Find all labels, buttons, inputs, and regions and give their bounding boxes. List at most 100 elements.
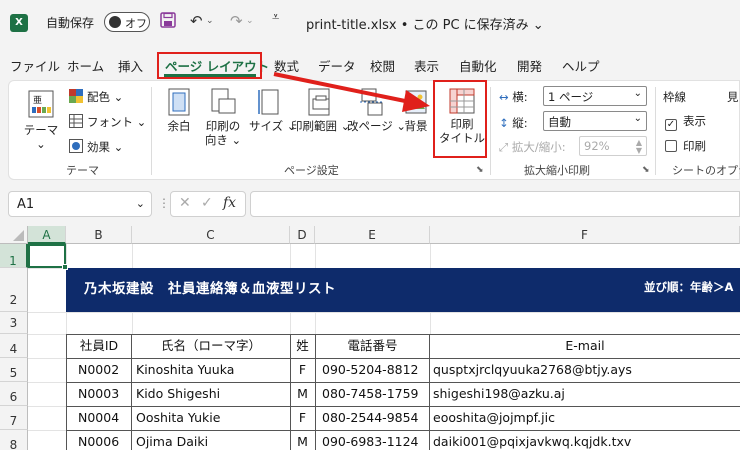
theme-icon: 亜 <box>28 90 54 118</box>
redo-icon[interactable]: ↷ <box>230 12 243 30</box>
width-select-arrow-icon: ⌄ <box>633 88 642 99</box>
column-header-b[interactable]: B <box>66 226 132 244</box>
row-header-8[interactable]: 8 <box>0 430 28 450</box>
gridline <box>28 358 66 359</box>
cell-email: eooshita@jojmpf.jic <box>433 410 555 425</box>
banner-title: 乃木坂建設 社員連絡簿＆血液型リスト <box>84 281 336 297</box>
effects-icon <box>69 139 83 153</box>
tab-home[interactable]: ホーム <box>67 56 104 75</box>
colors-label: 配色 ⌄ <box>87 90 124 104</box>
colors-button[interactable]: 配色 ⌄ <box>69 89 123 105</box>
width-select[interactable]: 1 ページ ⌄ <box>543 86 647 106</box>
theme-group-label: テーマ <box>66 164 99 177</box>
fill-handle[interactable] <box>62 264 68 270</box>
gridline <box>290 312 291 334</box>
size-label: サイズ ⌄ <box>249 119 297 133</box>
colors-icon <box>69 89 83 103</box>
height-text: 縦: <box>512 116 528 130</box>
row-header-4[interactable]: 4 <box>0 334 28 358</box>
gridline <box>28 312 740 313</box>
insert-function-icon[interactable]: fx <box>223 195 236 211</box>
undo-dropdown-icon[interactable]: ⌄ <box>206 16 214 26</box>
theme-dropdown-icon: ⌄ <box>36 137 46 151</box>
formula-buttons: ✕ ✓ fx <box>170 191 246 217</box>
cell-sex: F <box>298 362 307 377</box>
effects-button[interactable]: 効果 ⌄ <box>69 139 123 155</box>
gridline <box>315 244 316 268</box>
title-bar: X 自動保存 オフ ↶ ⌄ ↷ ⌄ ⩡ print-title.xlsx • こ… <box>0 0 740 44</box>
gridline <box>430 244 431 268</box>
file-title[interactable]: print-title.xlsx • この PC に保存済み ⌄ <box>306 14 544 33</box>
row-header-5[interactable]: 5 <box>0 358 28 382</box>
scale-value: 92% <box>584 139 610 153</box>
column-header-a[interactable]: A <box>28 226 66 244</box>
autosave-toggle[interactable]: オフ <box>104 12 150 32</box>
worksheet-grid[interactable]: A B C D E F 1 2 3 4 5 6 7 8 乃木坂建設 社員連絡簿＆… <box>0 226 740 450</box>
undo-icon[interactable]: ↶ <box>190 12 203 30</box>
header-employee-id: 社員ID <box>79 338 119 353</box>
gridlines-print-checkbox[interactable]: 印刷 <box>665 138 706 154</box>
height-select[interactable]: 自動 ⌄ <box>543 111 647 131</box>
confirm-icon[interactable]: ✓ <box>201 195 213 211</box>
column-header-f[interactable]: F <box>430 226 740 244</box>
page-setup-launcher-icon[interactable]: ⬊ <box>476 165 484 175</box>
selected-cell-a1[interactable] <box>28 244 68 270</box>
cell-email: shigeshi198@azku.aj <box>433 386 565 401</box>
headings-heading-partial: 見 <box>727 90 739 104</box>
row-header-3[interactable]: 3 <box>0 312 28 334</box>
orientation-label-2: 向き ⌄ <box>204 133 242 147</box>
orientation-label-1: 印刷の <box>205 119 241 133</box>
tab-help[interactable]: ヘルプ <box>562 56 600 75</box>
orientation-button[interactable]: 印刷の 向き ⌄ <box>201 87 245 147</box>
header-sex: 姓 <box>296 338 309 353</box>
group-separator <box>490 87 491 175</box>
tab-developer[interactable]: 開発 <box>517 56 542 75</box>
theme-label: テーマ <box>23 123 59 137</box>
more-icon[interactable]: ⋮ <box>158 196 170 210</box>
name-box[interactable]: A1 ⌄ <box>8 191 152 217</box>
column-header-e[interactable]: E <box>315 226 430 244</box>
column-header-d[interactable]: D <box>290 226 315 244</box>
gridline <box>430 312 431 334</box>
height-select-arrow-icon: ⌄ <box>633 113 642 124</box>
formula-input[interactable] <box>250 191 740 217</box>
toggle-knob <box>109 16 121 28</box>
margins-button[interactable]: 余白 <box>159 87 199 133</box>
row-header-1[interactable]: 1 <box>0 244 28 268</box>
row-header-6[interactable]: 6 <box>0 382 28 406</box>
gridlines-view-label: 表示 <box>683 114 706 128</box>
tab-insert[interactable]: 挿入 <box>118 56 143 75</box>
cell-name: Kinoshita Yuuka <box>136 362 235 377</box>
cell-name: Ojima Daiki <box>136 434 209 449</box>
row-header-2[interactable]: 2 <box>0 268 28 312</box>
cell-employee-id: N0004 <box>78 410 120 425</box>
sheet-options-group-label: シートのオプシ <box>672 164 740 177</box>
theme-button[interactable]: 亜 テーマ ⌄ <box>19 89 63 151</box>
tab-automate[interactable]: 自動化 <box>459 56 497 75</box>
print-titles-highlight-box <box>433 80 487 158</box>
gridline <box>132 312 133 334</box>
scale-text: 拡大/縮小: <box>511 140 566 154</box>
scale-launcher-icon[interactable]: ⬊ <box>642 165 650 175</box>
cancel-icon[interactable]: ✕ <box>179 195 191 211</box>
checkbox-unchecked-icon <box>665 140 677 152</box>
column-header-c[interactable]: C <box>132 226 290 244</box>
tab-file[interactable]: ファイル <box>10 56 60 75</box>
select-all-corner[interactable] <box>0 226 28 244</box>
header-phone: 電話番号 <box>347 338 398 353</box>
gridlines-view-checkbox[interactable]: ✓ 表示 <box>665 113 706 131</box>
page-layout-highlight-box <box>157 52 262 79</box>
cell-name: Kido Shigeshi <box>136 386 221 401</box>
row-header-7[interactable]: 7 <box>0 406 28 430</box>
customize-toolbar-icon[interactable]: ⩡ <box>272 10 279 25</box>
redo-dropdown-icon[interactable]: ⌄ <box>246 16 254 26</box>
fonts-button[interactable]: フォント ⌄ <box>69 114 146 130</box>
scale-icon: ⤢ <box>499 140 509 154</box>
effects-label: 効果 ⌄ <box>87 140 124 154</box>
save-icon[interactable] <box>160 12 176 32</box>
page-setup-group-label: ページ設定 <box>284 164 339 177</box>
report-banner: 乃木坂建設 社員連絡簿＆血液型リスト 並び順：年齢＞A <box>66 268 740 312</box>
margins-label: 余白 <box>167 119 191 133</box>
scale-spinner[interactable]: 92% ▲ ▼ <box>579 136 647 156</box>
gridlines-heading: 枠線 <box>663 90 686 104</box>
